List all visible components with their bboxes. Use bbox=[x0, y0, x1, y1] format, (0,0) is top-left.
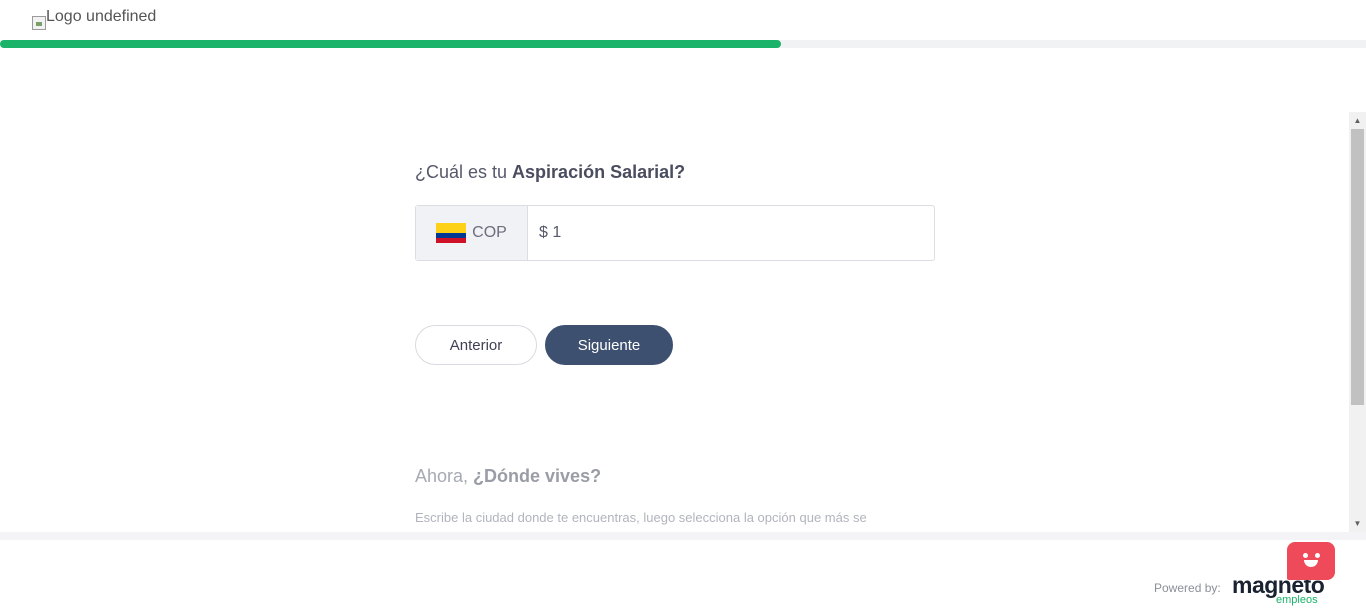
salary-input-group: COP bbox=[415, 205, 935, 261]
footer: Powered by: magneto empleos bbox=[0, 540, 1366, 612]
scrollbar-thumb[interactable] bbox=[1351, 129, 1364, 405]
chat-bot-icon[interactable] bbox=[1287, 542, 1335, 580]
next-question-prefix: Ahora, bbox=[415, 466, 474, 486]
header: Logo undefined bbox=[0, 0, 1366, 40]
logo-alt-text: Logo undefined bbox=[46, 8, 157, 25]
next-question-hint: Escribe la ciudad donde te encuentras, l… bbox=[415, 510, 867, 525]
next-question: Ahora, ¿Dónde vives? bbox=[415, 466, 601, 487]
next-question-bold: ¿Dónde vives? bbox=[473, 466, 602, 486]
brand-sub: empleos bbox=[1276, 594, 1318, 606]
salary-question: ¿Cuál es tu Aspiración Salarial? bbox=[415, 162, 685, 183]
scroll-up-arrow-icon[interactable]: ▲ bbox=[1349, 112, 1366, 129]
form-content: ¿Cuál es tu Aspiración Salarial? COP Ant… bbox=[0, 48, 1348, 532]
colombia-flag-icon bbox=[436, 223, 467, 243]
footer-divider bbox=[0, 532, 1366, 540]
progress-bar-fill bbox=[0, 40, 781, 48]
powered-by-label: Powered by: bbox=[1154, 581, 1221, 595]
progress-bar bbox=[0, 40, 1366, 48]
next-button[interactable]: Siguiente bbox=[545, 325, 673, 365]
logo: Logo undefined bbox=[32, 8, 156, 30]
previous-button[interactable]: Anterior bbox=[415, 325, 537, 365]
vertical-scrollbar[interactable]: ▲ ▼ bbox=[1349, 112, 1366, 532]
scroll-down-arrow-icon[interactable]: ▼ bbox=[1349, 515, 1366, 532]
salary-question-prefix: ¿Cuál es tu bbox=[415, 162, 513, 182]
salary-input[interactable] bbox=[528, 206, 934, 260]
currency-code: COP bbox=[472, 224, 507, 241]
salary-question-bold: Aspiración Salarial? bbox=[512, 162, 686, 182]
currency-selector[interactable]: COP bbox=[416, 206, 528, 260]
broken-image-icon bbox=[32, 16, 46, 30]
